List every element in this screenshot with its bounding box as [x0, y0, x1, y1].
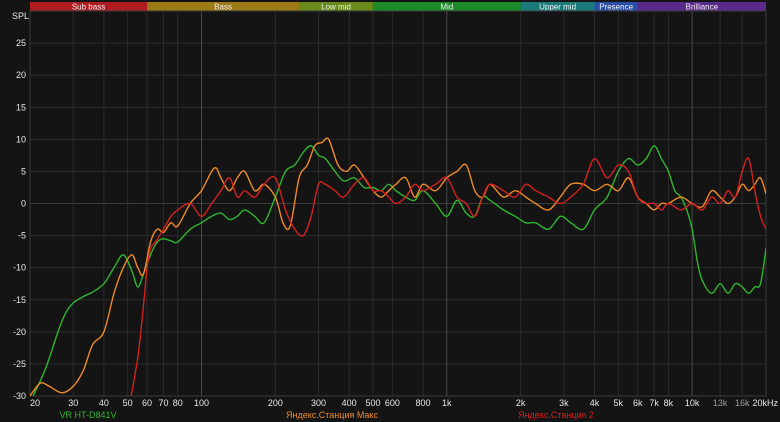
- band-label: Bass: [214, 3, 232, 12]
- x-tick-label: 30: [68, 398, 78, 408]
- y-tick-label: 15: [16, 102, 26, 112]
- plot-background: [0, 0, 780, 422]
- x-tick-label: 70: [158, 398, 168, 408]
- x-tick-label: 20: [30, 398, 40, 408]
- y-tick-label: -15: [13, 295, 26, 305]
- legend-entry: Яндекс.Станция Макс: [286, 410, 378, 420]
- x-tick-label: 4k: [590, 398, 600, 408]
- band-label: Low mid: [321, 3, 351, 12]
- x-tick-label: 10k: [685, 398, 700, 408]
- band-label: Brilliance: [686, 3, 719, 12]
- y-tick-label: -10: [13, 263, 26, 273]
- x-tick-label: 500: [365, 398, 380, 408]
- x-tick-label: 50: [123, 398, 133, 408]
- band-label: Presence: [599, 3, 633, 12]
- x-tick-label: 5k: [614, 398, 624, 408]
- x-tick-label: 60: [142, 398, 152, 408]
- band-label: Sub bass: [72, 3, 105, 12]
- band-label: Mid: [440, 3, 453, 12]
- x-tick-label: 3k: [559, 398, 569, 408]
- x-tick-label: 400: [342, 398, 357, 408]
- x-tick-label: 6k: [633, 398, 643, 408]
- frequency-response-chart: Sub bass Bass Low mid Mid Upper mid Presence B…: [0, 0, 780, 422]
- x-tick-label: 600: [385, 398, 400, 408]
- band-label: Upper mid: [539, 3, 576, 12]
- x-tick-label: 800: [416, 398, 431, 408]
- y-tick-label: -20: [13, 327, 26, 337]
- x-tick-label: 7k: [649, 398, 659, 408]
- legend-entry: Яндекс.Станция 2: [518, 410, 594, 420]
- y-tick-label: 0: [21, 199, 26, 209]
- legend-entry: VR HT-D841V: [59, 410, 116, 420]
- y-tick-label: -25: [13, 359, 26, 369]
- x-tick-label: 20kHz: [752, 398, 778, 408]
- x-tick-label: 40: [99, 398, 109, 408]
- x-tick-label: 300: [311, 398, 326, 408]
- x-tick-label: 8k: [664, 398, 674, 408]
- y-tick-label: 5: [21, 166, 26, 176]
- frequency-bands: Sub bass Bass Low mid Mid Upper mid Presence B…: [30, 2, 766, 12]
- y-tick-label: 20: [16, 70, 26, 80]
- x-tick-label: 200: [268, 398, 283, 408]
- x-tick-label: 16k: [735, 398, 750, 408]
- y-tick-label: -5: [18, 231, 26, 241]
- y-tick-label: 10: [16, 134, 26, 144]
- y-axis-label: SPL: [12, 11, 29, 21]
- x-tick-label: 80: [173, 398, 183, 408]
- x-tick-label: 100: [194, 398, 209, 408]
- y-tick-label: -30: [13, 391, 26, 401]
- x-tick-label: 13k: [713, 398, 728, 408]
- x-tick-label: 2k: [516, 398, 526, 408]
- x-tick-label: 1k: [442, 398, 452, 408]
- y-tick-label: 25: [16, 38, 26, 48]
